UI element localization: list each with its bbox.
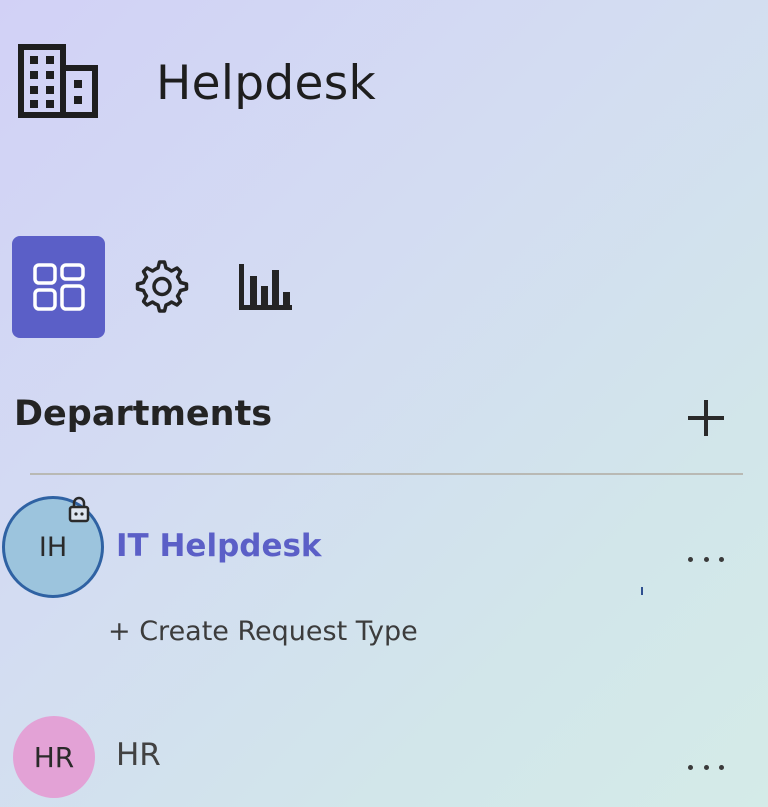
avatar-initials: IH — [38, 531, 68, 563]
more-dot — [719, 764, 724, 770]
avatar: HR — [13, 716, 95, 798]
nav-tab-reports[interactable] — [218, 236, 311, 338]
more-dot — [703, 764, 709, 770]
more-dot — [688, 764, 693, 770]
nav-tab-settings[interactable] — [115, 236, 208, 338]
plus-icon — [688, 400, 724, 436]
building-icon — [18, 44, 98, 118]
gear-icon — [135, 260, 188, 313]
department-name-it-helpdesk[interactable]: IT Helpdesk — [116, 528, 322, 564]
bar-chart-icon — [238, 264, 292, 310]
nav-tab-dashboard[interactable] — [12, 236, 105, 338]
department-name-hr[interactable]: HR — [116, 737, 161, 773]
add-department-button[interactable] — [684, 396, 728, 440]
divider — [30, 473, 743, 475]
more-dot — [703, 556, 709, 562]
app-header: Helpdesk — [0, 0, 768, 170]
grid-layout-icon — [32, 263, 85, 311]
create-request-type-link[interactable]: + Create Request Type — [108, 616, 418, 647]
more-dot — [688, 556, 693, 562]
lock-icon — [68, 496, 90, 523]
more-options-button[interactable] — [688, 755, 724, 779]
avatar-initials: HR — [33, 740, 75, 774]
text-cursor — [641, 587, 643, 595]
departments-header: Departments — [14, 386, 738, 446]
section-title: Departments — [14, 394, 273, 434]
more-options-button[interactable] — [688, 547, 724, 571]
app-title: Helpdesk — [156, 56, 377, 111]
more-dot — [719, 556, 724, 562]
